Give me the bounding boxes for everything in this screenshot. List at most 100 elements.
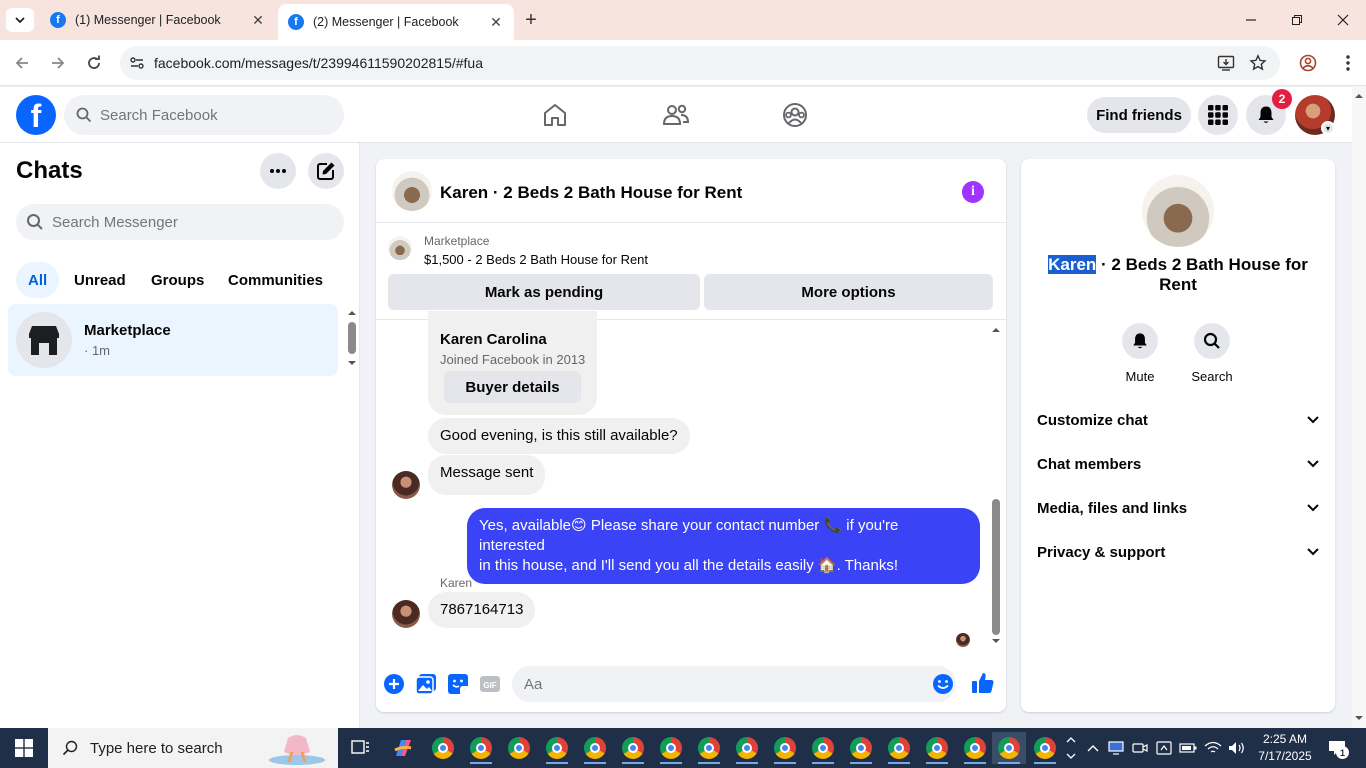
message-bubble[interactable]: Good evening, is this still available? bbox=[428, 418, 690, 454]
menu-button[interactable] bbox=[1198, 95, 1238, 135]
tray-device-icon[interactable] bbox=[1154, 728, 1174, 768]
mark-as-pending-button[interactable]: Mark as pending bbox=[388, 274, 700, 310]
send-like-button[interactable] bbox=[970, 670, 996, 696]
show-hidden-icons-button[interactable] bbox=[1084, 728, 1102, 768]
buyer-details-button[interactable]: Buyer details bbox=[444, 371, 581, 403]
chrome-profile-app[interactable] bbox=[540, 732, 574, 764]
mute-button[interactable]: Mute bbox=[1108, 323, 1172, 384]
taskbar-scroll-arrows[interactable] bbox=[1064, 728, 1078, 768]
search-in-conversation-button[interactable]: Search bbox=[1180, 323, 1244, 384]
action-center-button[interactable]: 1 bbox=[1322, 728, 1352, 768]
profile-button[interactable] bbox=[1294, 49, 1322, 77]
close-window-button[interactable] bbox=[1320, 0, 1366, 40]
back-button[interactable] bbox=[8, 49, 36, 77]
address-bar[interactable]: facebook.com/messages/t/2399461159020281… bbox=[120, 46, 1280, 80]
more-options-button[interactable]: More options bbox=[704, 274, 993, 310]
tray-meet-icon[interactable] bbox=[1130, 728, 1150, 768]
start-button[interactable] bbox=[0, 728, 48, 768]
find-friends-button[interactable]: Find friends bbox=[1087, 97, 1191, 133]
message-input[interactable] bbox=[524, 675, 904, 693]
chrome-profile-app[interactable] bbox=[806, 732, 840, 764]
chat-options-button[interactable] bbox=[260, 153, 296, 189]
chat-list-scrollbar[interactable] bbox=[346, 306, 358, 368]
section-chat-members[interactable]: Chat members bbox=[1037, 452, 1319, 476]
battery-indicator[interactable] bbox=[1178, 728, 1198, 768]
listing-thumbnail[interactable] bbox=[388, 236, 412, 260]
browser-tab-2[interactable]: f (2) Messenger | Facebook ✕ bbox=[278, 4, 514, 40]
message-bubble[interactable]: Message sent bbox=[428, 455, 546, 495]
filter-all[interactable]: All bbox=[16, 262, 60, 298]
page-scrollbar[interactable] bbox=[1352, 87, 1366, 728]
taskbar-search[interactable]: Type here to search bbox=[48, 728, 338, 768]
chrome-profile-app[interactable] bbox=[1028, 732, 1062, 764]
tab-close-icon[interactable]: ✕ bbox=[488, 14, 504, 30]
nav-groups[interactable] bbox=[775, 95, 815, 135]
minimize-button[interactable] bbox=[1228, 0, 1274, 40]
filter-unread[interactable]: Unread bbox=[62, 262, 138, 298]
attach-photo-button[interactable] bbox=[414, 672, 438, 696]
chrome-profile-app[interactable] bbox=[730, 732, 764, 764]
messenger-search[interactable] bbox=[16, 204, 344, 240]
bookmark-button[interactable] bbox=[1244, 49, 1272, 77]
emoji-button[interactable] bbox=[932, 673, 954, 700]
network-indicator[interactable] bbox=[1202, 728, 1224, 768]
copilot-app[interactable] bbox=[386, 732, 420, 764]
gif-button[interactable]: GIF bbox=[478, 672, 502, 696]
new-tab-button[interactable]: + bbox=[520, 8, 542, 32]
chrome-profile-app[interactable] bbox=[616, 732, 650, 764]
chrome-profile-app[interactable] bbox=[692, 732, 726, 764]
section-customize-chat[interactable]: Customize chat bbox=[1037, 408, 1319, 432]
facebook-search[interactable] bbox=[64, 95, 344, 135]
facebook-search-input[interactable] bbox=[100, 106, 320, 124]
site-info-icon[interactable] bbox=[120, 55, 154, 71]
chat-list-item[interactable]: Marketplace · 1m bbox=[8, 304, 338, 376]
taskbar-clock[interactable]: 2:25 AM 7/17/2025 bbox=[1252, 731, 1318, 765]
browser-tab-1[interactable]: f (1) Messenger | Facebook ✕ bbox=[40, 4, 276, 36]
install-app-button[interactable] bbox=[1212, 49, 1240, 77]
facebook-logo[interactable]: f bbox=[16, 95, 56, 135]
sender-avatar[interactable] bbox=[392, 600, 420, 628]
chrome-profile-app[interactable] bbox=[844, 732, 878, 764]
chrome-app[interactable] bbox=[426, 732, 460, 764]
chrome-profile-app[interactable] bbox=[958, 732, 992, 764]
tab-search-dropdown[interactable] bbox=[6, 8, 34, 32]
sender-avatar[interactable] bbox=[392, 471, 420, 499]
listing-title[interactable]: $1,500 - 2 Beds 2 Bath House for Rent bbox=[424, 252, 648, 267]
restore-button[interactable] bbox=[1274, 0, 1320, 40]
message-input-box[interactable] bbox=[512, 666, 956, 702]
message-scrollbar[interactable] bbox=[989, 323, 1003, 653]
messenger-search-input[interactable] bbox=[52, 213, 332, 231]
nav-home[interactable] bbox=[535, 95, 575, 135]
listing-avatar[interactable] bbox=[392, 171, 432, 211]
chrome-profile-app-active[interactable] bbox=[992, 732, 1026, 764]
sticker-button[interactable] bbox=[446, 672, 470, 696]
browser-menu-button[interactable] bbox=[1334, 49, 1362, 77]
chat-timestamp: · 1m bbox=[84, 343, 110, 358]
section-privacy-support[interactable]: Privacy & support bbox=[1037, 540, 1319, 564]
filter-communities[interactable]: Communities bbox=[216, 262, 335, 298]
reload-button[interactable] bbox=[80, 49, 108, 77]
chrome-profile-app[interactable] bbox=[578, 732, 612, 764]
tray-app-icon[interactable] bbox=[1106, 728, 1126, 768]
info-icon[interactable]: i bbox=[962, 181, 984, 203]
chrome-profile-app[interactable] bbox=[882, 732, 916, 764]
chrome-profile-app[interactable] bbox=[654, 732, 688, 764]
conversation-title[interactable]: Karen · 2 Beds 2 Bath House for Rent bbox=[440, 183, 742, 203]
chrome-profile-app[interactable] bbox=[920, 732, 954, 764]
section-media-files-links[interactable]: Media, files and links bbox=[1037, 496, 1319, 520]
forward-button[interactable] bbox=[44, 49, 72, 77]
volume-indicator[interactable] bbox=[1226, 728, 1248, 768]
nav-friends[interactable] bbox=[656, 95, 696, 135]
listing-avatar-large[interactable] bbox=[1142, 175, 1214, 247]
new-message-button[interactable] bbox=[308, 153, 344, 189]
more-actions-button[interactable] bbox=[382, 672, 406, 696]
outgoing-message-bubble[interactable]: Yes, available😊 Please share your contac… bbox=[467, 508, 980, 584]
chrome-profile-app[interactable] bbox=[768, 732, 802, 764]
chevron-down-icon[interactable]: ▾ bbox=[1321, 121, 1335, 135]
filter-groups[interactable]: Groups bbox=[139, 262, 216, 298]
task-view-button[interactable] bbox=[344, 732, 378, 764]
chrome-profile-app[interactable] bbox=[464, 732, 498, 764]
message-bubble[interactable]: 7867164713 bbox=[428, 592, 536, 628]
chrome-profile-app[interactable] bbox=[502, 732, 536, 764]
tab-close-icon[interactable]: ✕ bbox=[250, 12, 266, 28]
